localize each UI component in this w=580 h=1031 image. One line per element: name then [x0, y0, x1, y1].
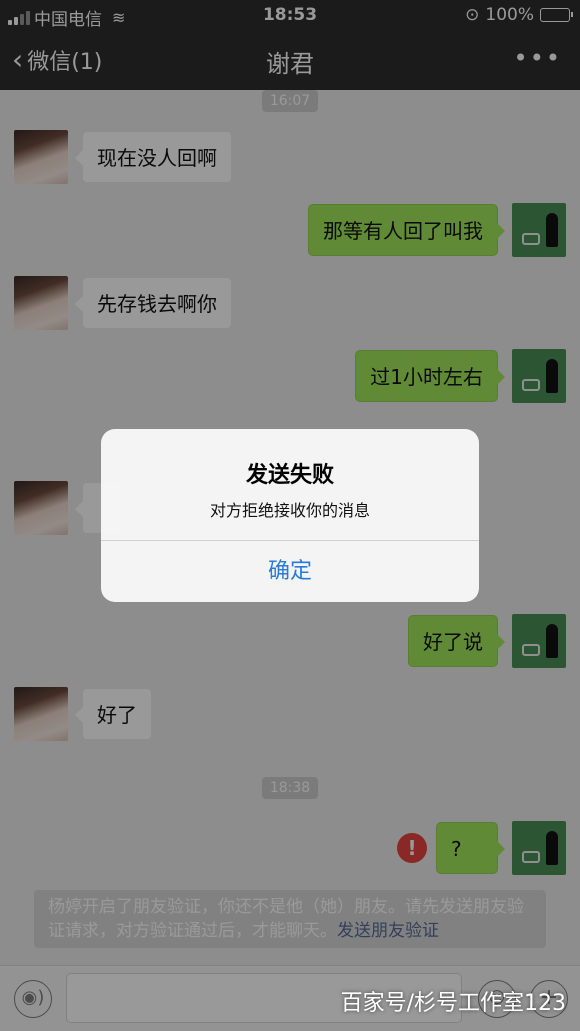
alert-message: 对方拒绝接收你的消息	[209, 501, 370, 520]
send-failed-alert: 发送失败 对方拒绝接收你的消息 确定	[101, 429, 479, 602]
confirm-button[interactable]: 确定	[101, 541, 479, 602]
watermark: 百家号/杉号工作室123	[340, 991, 566, 1016]
alert-title: 发送失败	[245, 463, 334, 488]
